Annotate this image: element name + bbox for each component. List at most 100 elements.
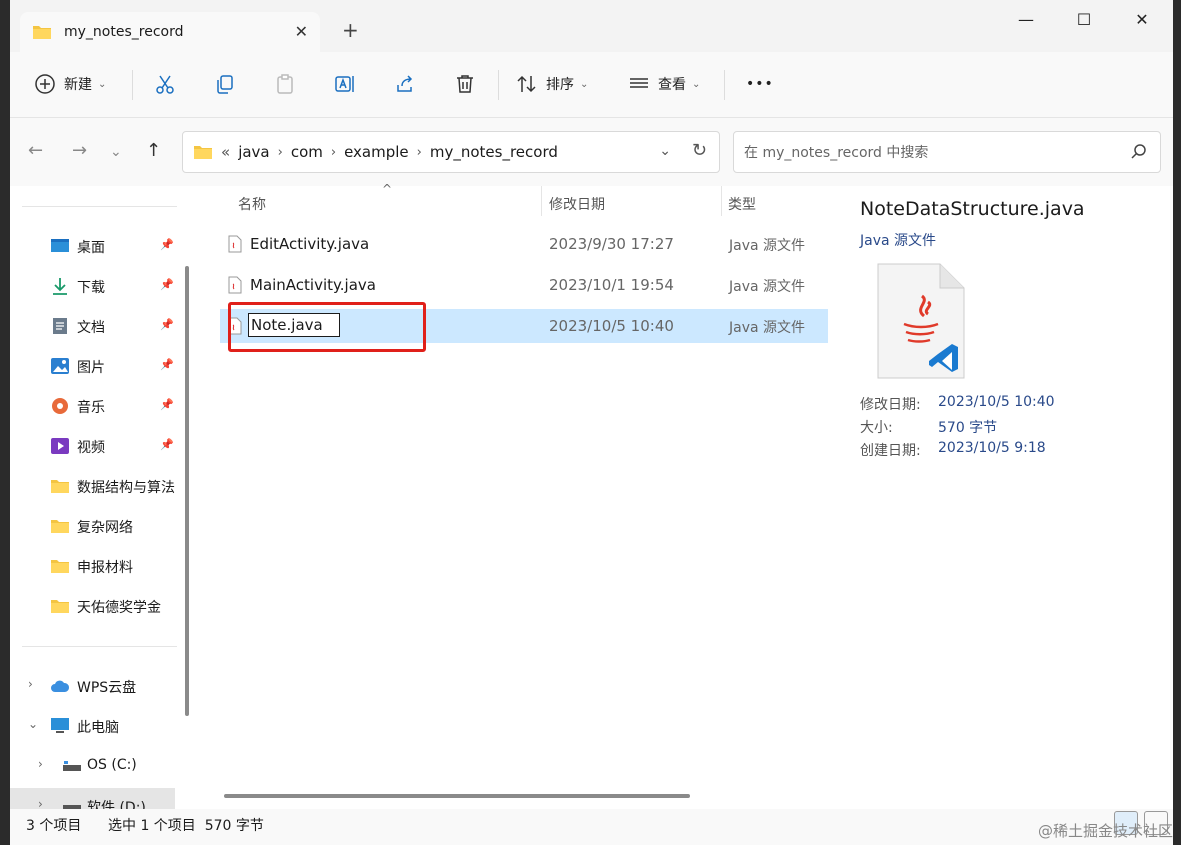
sidebar-divider [22, 646, 177, 647]
forward-arrow-icon[interactable]: → [72, 140, 87, 161]
chevron-right-icon[interactable]: › [38, 757, 43, 771]
file-date: 2023/10/5 10:40 [549, 317, 674, 335]
item-count: 3 个项目 [26, 818, 82, 834]
up-arrow-icon[interactable]: ↑ [146, 140, 161, 161]
maximize-button[interactable]: ☐ [1064, 10, 1104, 29]
pin-icon: 📌 [160, 358, 174, 371]
cloud-icon [51, 680, 70, 692]
breadcrumb-my-notes-record[interactable]: my_notes_record [430, 143, 558, 161]
file-type: Java 源文件 [729, 238, 806, 254]
delete-button[interactable] [454, 66, 476, 102]
sidebar-item-this-pc[interactable]: ⌄ 此电脑 [10, 708, 180, 744]
sidebar-item-drive-d[interactable]: › 软件 (D:) [10, 788, 175, 809]
breadcrumb-java[interactable]: java [238, 143, 269, 161]
file-row[interactable]: EditActivity.java 2023/9/30 17:27 Java 源… [220, 227, 828, 261]
explorer-tab[interactable]: my_notes_record ✕ [20, 12, 320, 52]
copy-button[interactable] [214, 66, 236, 102]
address-row: ← → ⌄ ↑ « java › com › example › my_note… [10, 118, 1173, 186]
sidebar-item-folder[interactable]: 申报材料 [10, 548, 180, 584]
sidebar-label: 图片 [77, 360, 105, 376]
scissors-icon [156, 75, 174, 94]
sidebar-label: 申报材料 [77, 560, 133, 576]
chevron-down-icon[interactable]: ⌄ [28, 717, 38, 731]
horizontal-scrollbar[interactable] [224, 794, 690, 798]
paste-icon [277, 74, 293, 94]
column-header-type[interactable]: 类型 [728, 194, 756, 214]
search-input[interactable]: 在 my_notes_record 中搜索 [733, 131, 1161, 173]
sidebar-label: 音乐 [77, 400, 105, 416]
sidebar-item-videos[interactable]: 视频 📌 [10, 428, 180, 464]
folder-icon [51, 520, 69, 533]
sidebar-item-downloads[interactable]: 下载 📌 [10, 268, 180, 304]
column-header-name[interactable]: 名称 [238, 194, 266, 214]
sidebar-scrollbar[interactable] [185, 266, 189, 716]
sidebar-item-drive-c[interactable]: › OS (C:) [10, 748, 180, 784]
sidebar-label: 视频 [77, 440, 105, 456]
sort-button[interactable]: 排序 ⌄ [516, 66, 588, 102]
close-tab-icon[interactable]: ✕ [295, 22, 308, 41]
file-type: Java 源文件 [729, 320, 806, 336]
sidebar-item-desktop[interactable]: 桌面 📌 [10, 228, 180, 264]
address-bar[interactable]: « java › com › example › my_notes_record… [182, 131, 720, 173]
recent-chevron-icon[interactable]: ⌄ [110, 144, 122, 160]
column-divider[interactable] [721, 186, 722, 216]
sidebar-label: 此电脑 [77, 720, 119, 736]
sidebar-label: OS (C:) [87, 757, 137, 773]
overflow-crumb[interactable]: « [221, 143, 230, 161]
download-icon [53, 278, 67, 295]
pin-icon: 📌 [160, 398, 174, 411]
new-tab-button[interactable]: + [342, 20, 359, 40]
sidebar-item-wps-cloud[interactable]: › WPS云盘 [10, 668, 180, 704]
modified-label: 修改日期: [860, 397, 921, 413]
chevron-right-icon: › [416, 144, 422, 160]
sidebar-item-documents[interactable]: 文档 📌 [10, 308, 180, 344]
java-vscode-file-icon [877, 263, 965, 379]
sidebar-label: 数据结构与算法 [77, 480, 175, 496]
rename-button[interactable] [334, 66, 356, 102]
view-button[interactable]: 查看 ⌄ [628, 66, 700, 102]
toolbar-divider [132, 70, 133, 100]
address-dropdown-icon[interactable]: ⌄ [659, 143, 671, 159]
toolbar-divider [724, 70, 725, 100]
sidebar-item-folder[interactable]: 数据结构与算法 [10, 468, 180, 504]
search-icon [1131, 144, 1146, 159]
column-divider[interactable] [541, 186, 542, 216]
breadcrumb-com[interactable]: com [291, 143, 323, 161]
file-date: 2023/10/1 19:54 [549, 276, 674, 294]
refresh-icon[interactable]: ↻ [692, 140, 707, 161]
paste-button[interactable] [274, 66, 296, 102]
sidebar-label: 桌面 [77, 240, 105, 256]
details-pane: NoteDataStructure.java Java 源文件 修改日期: 20… [840, 186, 1173, 809]
music-icon [52, 398, 68, 414]
back-arrow-icon[interactable]: ← [28, 140, 43, 161]
sidebar-item-pictures[interactable]: 图片 📌 [10, 348, 180, 384]
column-header-date[interactable]: 修改日期 [549, 194, 605, 214]
created-label: 创建日期: [860, 443, 921, 459]
sidebar-item-folder[interactable]: 复杂网络 [10, 508, 180, 544]
new-button[interactable]: 新建 ⌄ [34, 66, 106, 102]
sidebar-item-music[interactable]: 音乐 📌 [10, 388, 180, 424]
pin-icon: 📌 [160, 318, 174, 331]
minimize-button[interactable]: — [1006, 10, 1046, 29]
sidebar-label: 复杂网络 [77, 520, 133, 536]
drive-icon [63, 805, 81, 809]
sidebar-item-folder[interactable]: 天佑德奖学金 [10, 588, 180, 624]
chevron-right-icon[interactable]: › [38, 797, 43, 809]
folder-icon [51, 560, 69, 573]
pin-icon: 📌 [160, 278, 174, 291]
more-options-button[interactable]: ••• [746, 66, 774, 102]
breadcrumb-example[interactable]: example [344, 143, 409, 161]
file-name: MainActivity.java [250, 276, 376, 294]
status-bar: 3 个项目 选中 1 个项目 570 字节 [10, 809, 1173, 845]
chevron-down-icon: ⌄ [580, 78, 589, 90]
tab-title: my_notes_record [64, 24, 184, 40]
sidebar-label: 下载 [77, 280, 105, 296]
cut-button[interactable] [154, 66, 176, 102]
file-row[interactable]: MainActivity.java 2023/10/1 19:54 Java 源… [220, 268, 828, 302]
chevron-right-icon[interactable]: › [28, 677, 33, 691]
toolbar-divider [498, 70, 499, 100]
close-window-button[interactable]: ✕ [1122, 10, 1162, 29]
folder-icon [194, 146, 212, 159]
sidebar-label: 天佑德奖学金 [77, 600, 161, 616]
share-button[interactable] [394, 66, 416, 102]
